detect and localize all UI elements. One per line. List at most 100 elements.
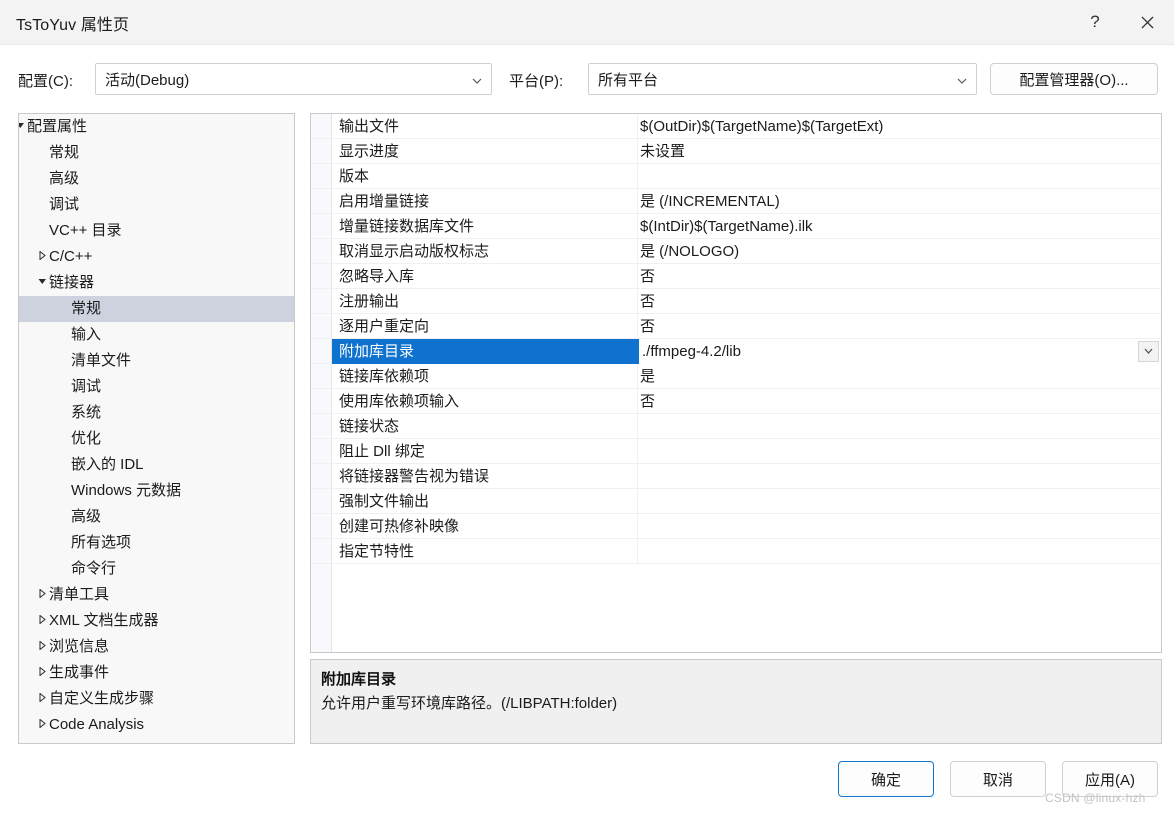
twisty-collapsed-icon[interactable] — [35, 712, 49, 738]
tree-item[interactable]: Code Analysis — [19, 712, 294, 738]
property-value[interactable]: 否 — [640, 264, 655, 289]
column-divider — [637, 314, 638, 339]
help-button[interactable]: ? — [1072, 0, 1118, 44]
tree-item[interactable]: 系统 — [19, 400, 294, 426]
tree-item-label: VC++ 目录 — [49, 222, 122, 239]
property-value[interactable]: 是 (/INCREMENTAL) — [640, 189, 780, 214]
property-row[interactable]: 创建可热修补映像 — [311, 514, 1161, 539]
tree-item-label: 清单工具 — [49, 586, 110, 603]
tree-item[interactable]: 输入 — [19, 322, 294, 348]
property-row[interactable]: 版本 — [311, 164, 1161, 189]
tree-item[interactable]: 链接器 — [19, 270, 294, 296]
cancel-button[interactable]: 取消 — [950, 761, 1046, 797]
column-divider — [637, 264, 638, 289]
column-divider — [637, 414, 638, 439]
property-row[interactable]: 将链接器警告视为错误 — [311, 464, 1161, 489]
column-divider — [637, 114, 638, 139]
tree-item[interactable]: 命令行 — [19, 556, 294, 582]
property-row[interactable]: 取消显示启动版权标志 是 (/NOLOGO) — [311, 239, 1161, 264]
tree-item[interactable]: 生成事件 — [19, 660, 294, 686]
tree-item[interactable]: 所有选项 — [19, 530, 294, 556]
column-divider — [637, 439, 638, 464]
property-row[interactable]: 指定节特性 — [311, 539, 1161, 564]
tree-item-label: 命令行 — [71, 560, 117, 577]
property-value[interactable]: $(IntDir)$(TargetName).ilk — [640, 214, 813, 239]
property-row[interactable]: 注册输出 否 — [311, 289, 1161, 314]
close-button[interactable] — [1124, 0, 1170, 44]
property-value[interactable]: 否 — [640, 389, 655, 414]
property-name: 阻止 Dll 绑定 — [339, 443, 425, 460]
property-row[interactable]: 输出文件 $(OutDir)$(TargetName)$(TargetExt) — [311, 114, 1161, 139]
property-name: 逐用户重定向 — [339, 318, 430, 335]
property-row[interactable]: 使用库依赖项输入 否 — [311, 389, 1161, 414]
twisty-collapsed-icon[interactable] — [35, 686, 49, 712]
tree-item[interactable]: Windows 元数据 — [19, 478, 294, 504]
property-row[interactable]: 强制文件输出 — [311, 489, 1161, 514]
property-tree[interactable]: 配置属性 常规 高级 调试 VC++ 目录 C/C++ 链接器 常规 输入 清单文件 调试 系统 优化嵌… — [18, 113, 295, 744]
property-row[interactable]: 阻止 Dll 绑定 — [311, 439, 1161, 464]
twisty-collapsed-icon[interactable] — [35, 608, 49, 634]
property-row[interactable]: 忽略导入库 否 — [311, 264, 1161, 289]
property-row[interactable]: 启用增量链接 是 (/INCREMENTAL) — [311, 189, 1161, 214]
property-name: 忽略导入库 — [339, 268, 415, 285]
tree-item-label: 高级 — [49, 170, 80, 187]
column-divider — [637, 364, 638, 389]
property-row[interactable]: 链接状态 — [311, 414, 1161, 439]
property-value[interactable]: 是 — [640, 364, 655, 389]
twisty-collapsed-icon[interactable] — [35, 660, 49, 686]
question-mark-icon: ? — [1090, 12, 1100, 31]
property-value[interactable]: ./ffmpeg-4.2/lib — [642, 339, 741, 364]
tree-item[interactable]: 清单文件 — [19, 348, 294, 374]
property-row[interactable]: 逐用户重定向 否 — [311, 314, 1161, 339]
tree-item[interactable]: 调试 — [19, 374, 294, 400]
twisty-expanded-icon[interactable] — [35, 270, 49, 296]
watermark: CSDN @linux-hzh — [1045, 791, 1146, 805]
title-bar: TsToYuv 属性页 ? — [0, 0, 1174, 45]
property-row[interactable]: 链接库依赖项 是 — [311, 364, 1161, 389]
property-name: 指定节特性 — [339, 543, 415, 560]
tree-item[interactable]: 自定义生成步骤 — [19, 686, 294, 712]
tree-item-label: 优化 — [71, 430, 102, 447]
platform-label: 平台(P): — [509, 73, 564, 90]
configuration-value: 活动(Debug) — [105, 72, 190, 89]
property-grid[interactable]: 输出文件 $(OutDir)$(TargetName)$(TargetExt) 显示… — [310, 113, 1162, 653]
property-value[interactable]: $(OutDir)$(TargetName)$(TargetExt) — [640, 114, 883, 139]
tree-item[interactable]: C/C++ — [19, 244, 294, 270]
property-name: 取消显示启动版权标志 — [339, 243, 490, 260]
tree-item[interactable]: 嵌入的 IDL — [19, 452, 294, 478]
tree-item[interactable]: 常规 — [19, 140, 294, 166]
tree-item[interactable]: VC++ 目录 — [19, 218, 294, 244]
platform-combobox[interactable]: 所有平台 — [588, 63, 977, 95]
property-value[interactable]: 是 (/NOLOGO) — [640, 239, 739, 264]
tree-item[interactable]: 调试 — [19, 192, 294, 218]
ok-button[interactable]: 确定 — [838, 761, 934, 797]
property-row[interactable]: 显示进度 未设置 — [311, 139, 1161, 164]
property-value[interactable]: 否 — [640, 289, 655, 314]
tree-item[interactable]: XML 文档生成器 — [19, 608, 294, 634]
property-value[interactable]: 未设置 — [640, 139, 685, 164]
tree-item-label: 浏览信息 — [49, 638, 110, 655]
tree-item[interactable]: 优化 — [19, 426, 294, 452]
tree-item[interactable]: 清单工具 — [19, 582, 294, 608]
twisty-collapsed-icon[interactable] — [35, 634, 49, 660]
property-row[interactable]: 增量链接数据库文件 $(IntDir)$(TargetName).ilk — [311, 214, 1161, 239]
twisty-expanded-icon[interactable] — [19, 114, 27, 140]
description-text: 允许用户重写环境库路径。(/LIBPATH:folder) — [321, 695, 618, 712]
tree-item[interactable]: 配置属性 — [19, 114, 294, 140]
tree-item-label: 所有选项 — [71, 534, 132, 551]
property-name: 显示进度 — [339, 143, 400, 160]
twisty-collapsed-icon[interactable] — [35, 244, 49, 270]
configuration-combobox[interactable]: 活动(Debug) — [95, 63, 492, 95]
property-row-selected[interactable]: 附加库目录 ./ffmpeg-4.2/lib — [311, 339, 1161, 364]
property-value-dropdown-button[interactable] — [1138, 341, 1159, 362]
tree-item-label: 调试 — [71, 378, 102, 395]
tree-item[interactable]: 浏览信息 — [19, 634, 294, 660]
tree-item[interactable]: 高级 — [19, 166, 294, 192]
tree-item[interactable]: 常规 — [19, 296, 294, 322]
property-name: 启用增量链接 — [339, 193, 430, 210]
twisty-collapsed-icon[interactable] — [35, 582, 49, 608]
configuration-manager-button[interactable]: 配置管理器(O)... — [990, 63, 1158, 95]
tree-item[interactable]: 高级 — [19, 504, 294, 530]
property-value[interactable]: 否 — [640, 314, 655, 339]
tree-item-label: Code Analysis — [49, 716, 145, 733]
